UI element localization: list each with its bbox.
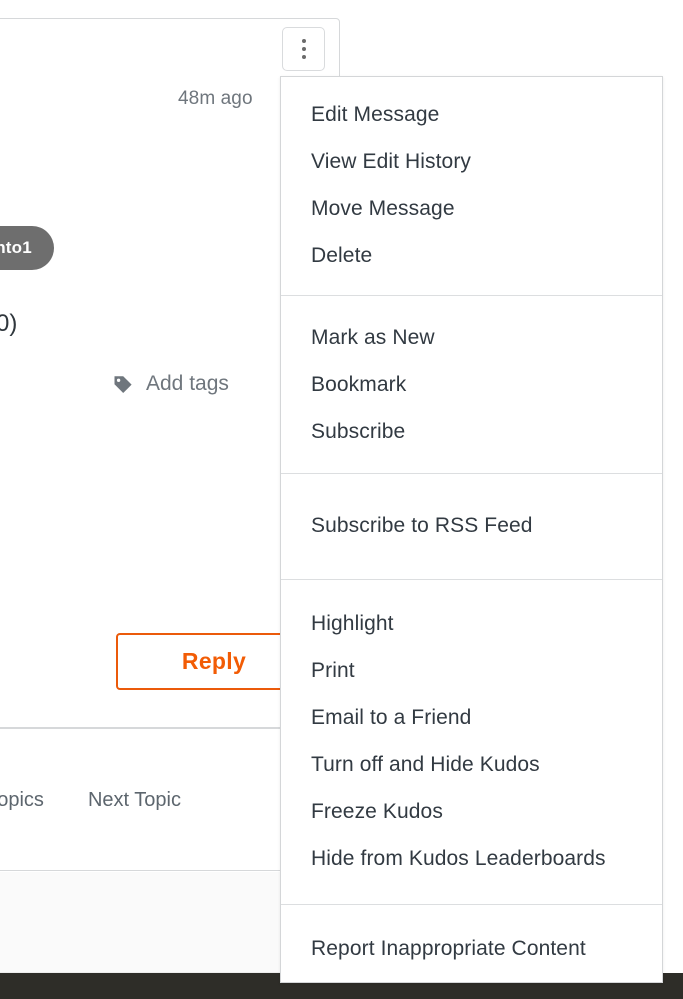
tags-heading: gs (0)	[0, 310, 18, 337]
menu-item-mark-as-spam[interactable]: Mark As Spam	[281, 972, 662, 982]
kebab-dot-icon	[301, 55, 306, 59]
menu-group: Mark as New Bookmark Subscribe	[281, 295, 662, 473]
menu-item-hide-from-kudos-leaderboards[interactable]: Hide from Kudos Leaderboards	[281, 835, 662, 882]
kebab-dot-icon	[301, 39, 306, 43]
menu-item-mark-as-new[interactable]: Mark as New	[281, 314, 662, 361]
menu-item-print[interactable]: Print	[281, 647, 662, 694]
menu-item-edit-message[interactable]: Edit Message	[281, 91, 662, 138]
menu-item-report-inappropriate-content[interactable]: Report Inappropriate Content	[281, 925, 662, 972]
menu-item-view-edit-history[interactable]: View Edit History	[281, 138, 662, 185]
menu-item-bookmark[interactable]: Bookmark	[281, 361, 662, 408]
message-options-kebab-button[interactable]	[282, 27, 325, 71]
tag-icon	[112, 373, 134, 395]
reply-button-label: Reply	[181, 648, 247, 674]
menu-item-email-to-a-friend[interactable]: Email to a Friend	[281, 694, 662, 741]
add-tags-label: Add tags	[146, 372, 229, 395]
nav-link-forum-topics[interactable]: forum topics	[0, 789, 44, 812]
add-tags-link[interactable]: Add tags	[112, 372, 229, 396]
menu-item-delete[interactable]: Delete	[281, 232, 662, 279]
message-timestamp: 48m ago	[178, 88, 253, 109]
menu-item-freeze-kudos[interactable]: Freeze Kudos	[281, 788, 662, 835]
menu-group: Subscribe to RSS Feed	[281, 473, 662, 579]
kebab-dot-icon	[301, 47, 306, 51]
menu-item-move-message[interactable]: Move Message	[281, 185, 662, 232]
menu-item-subscribe[interactable]: Subscribe	[281, 408, 662, 455]
nav-link-next-topic[interactable]: Next Topic	[88, 789, 181, 812]
menu-group: Edit Message View Edit History Move Messag…	[281, 77, 662, 295]
menu-group: Highlight Print Email to a Friend Turn off …	[281, 579, 662, 904]
menu-group: Report Inappropriate ContentMark As Spam	[281, 904, 662, 982]
menu-item-subscribe-to-rss-feed[interactable]: Subscribe to RSS Feed	[281, 502, 662, 549]
board-label-pill[interactable]: magento1	[0, 226, 54, 270]
menu-item-highlight[interactable]: Highlight	[281, 600, 662, 647]
menu-item-turn-off-and-hide-kudos[interactable]: Turn off and Hide Kudos	[281, 741, 662, 788]
message-options-dropdown-menu: Edit Message View Edit History Move Messag…	[280, 76, 663, 983]
